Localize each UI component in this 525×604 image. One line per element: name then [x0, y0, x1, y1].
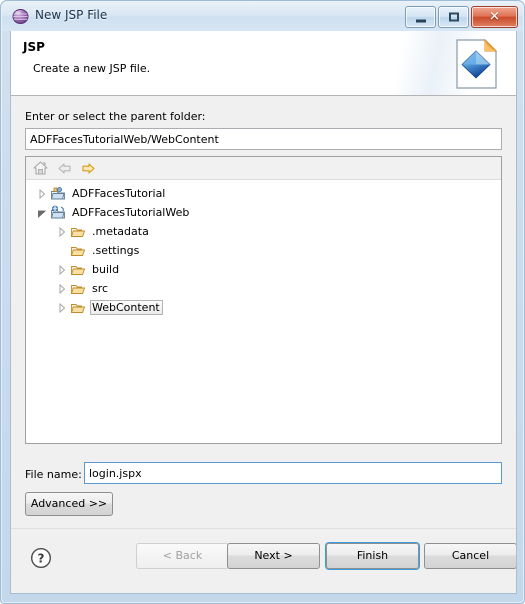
back-arrow-icon: [58, 162, 71, 174]
title-bar[interactable]: New JSP File ✕: [2, 2, 523, 31]
chevron-right-icon[interactable]: [54, 224, 70, 240]
chevron-right-icon[interactable]: [54, 300, 70, 316]
wizard-header: JSP Create a new JSP file.: [11, 31, 516, 96]
parent-folder-label: Enter or select the parent folder:: [25, 110, 206, 123]
folder-icon: [70, 227, 86, 237]
tree-item-label: .settings: [92, 244, 140, 257]
page-title: JSP: [23, 40, 45, 54]
page-description: Create a new JSP file.: [33, 62, 151, 75]
tree-item-adffacestutorialweb[interactable]: ADFFacesTutorialWeb: [26, 203, 501, 222]
next-button[interactable]: Next >: [227, 543, 320, 569]
dialog-client-area: JSP Create a new JSP file. Enter or sele…: [10, 31, 517, 594]
file-name-input[interactable]: [84, 462, 502, 484]
tree-toolbar: [26, 157, 501, 180]
tree-item-label: ADFFacesTutorialWeb: [72, 206, 190, 219]
back-button[interactable]: < Back: [136, 543, 229, 569]
chevron-right-icon[interactable]: [54, 281, 70, 297]
tree-item-webcontent[interactable]: WebContent: [26, 298, 501, 317]
jsp-file-wizard-icon: [456, 38, 498, 89]
folder-tree-panel: ADFFacesTutorial ADFFacesTutorialWeb .me…: [25, 156, 502, 444]
tree-item-build[interactable]: build: [26, 260, 501, 279]
tree-item-label: src: [92, 282, 109, 295]
home-icon[interactable]: [32, 160, 49, 177]
close-icon: ✕: [489, 9, 500, 25]
minimize-button[interactable]: [405, 6, 436, 28]
folder-tree[interactable]: ADFFacesTutorial ADFFacesTutorialWeb .me…: [26, 181, 501, 443]
dialog-button-bar: ? < Back Next > Finish Cancel: [11, 528, 516, 593]
dialog-window: New JSP File ✕ JSP Create a new JSP file…: [0, 0, 525, 604]
wizard-body: Enter or select the parent folder: ADFFa…: [11, 96, 516, 528]
folder-icon: [70, 246, 86, 256]
cancel-button[interactable]: Cancel: [424, 543, 516, 569]
forward-arrow-icon[interactable]: [80, 160, 97, 177]
file-name-label: File name:: [25, 468, 82, 481]
folder-icon: [70, 265, 86, 275]
window-controls: ✕: [405, 6, 518, 28]
tree-item-label: ADFFacesTutorial: [72, 187, 166, 200]
svg-text:?: ?: [38, 552, 45, 566]
folder-icon: [70, 303, 86, 313]
minimize-icon: [415, 19, 426, 23]
chevron-down-icon[interactable]: [34, 205, 50, 221]
eclipse-sphere-icon: [12, 9, 29, 24]
advanced-button[interactable]: Advanced >>: [25, 492, 113, 516]
folder-icon: [70, 284, 86, 294]
project-icon: [50, 186, 65, 199]
finish-button[interactable]: Finish: [326, 543, 419, 569]
maximize-button[interactable]: [438, 6, 469, 28]
parent-folder-input[interactable]: [25, 128, 502, 150]
tree-item-label: build: [92, 263, 120, 276]
chevron-right-icon[interactable]: [54, 262, 70, 278]
window-title: New JSP File: [35, 8, 108, 22]
tree-item-metadata[interactable]: .metadata: [26, 222, 501, 241]
chevron-right-icon[interactable]: [34, 186, 50, 202]
restore-icon: [448, 12, 459, 22]
close-button[interactable]: ✕: [471, 6, 518, 28]
tree-item-src[interactable]: src: [26, 279, 501, 298]
tree-item-adffacestutorial[interactable]: ADFFacesTutorial: [26, 184, 501, 203]
tree-item-settings[interactable]: .settings: [26, 241, 501, 260]
tree-item-label: WebContent: [90, 300, 163, 315]
help-question-icon[interactable]: ?: [30, 547, 52, 569]
web-project-icon: [50, 205, 65, 218]
tree-item-label: .metadata: [92, 225, 149, 238]
